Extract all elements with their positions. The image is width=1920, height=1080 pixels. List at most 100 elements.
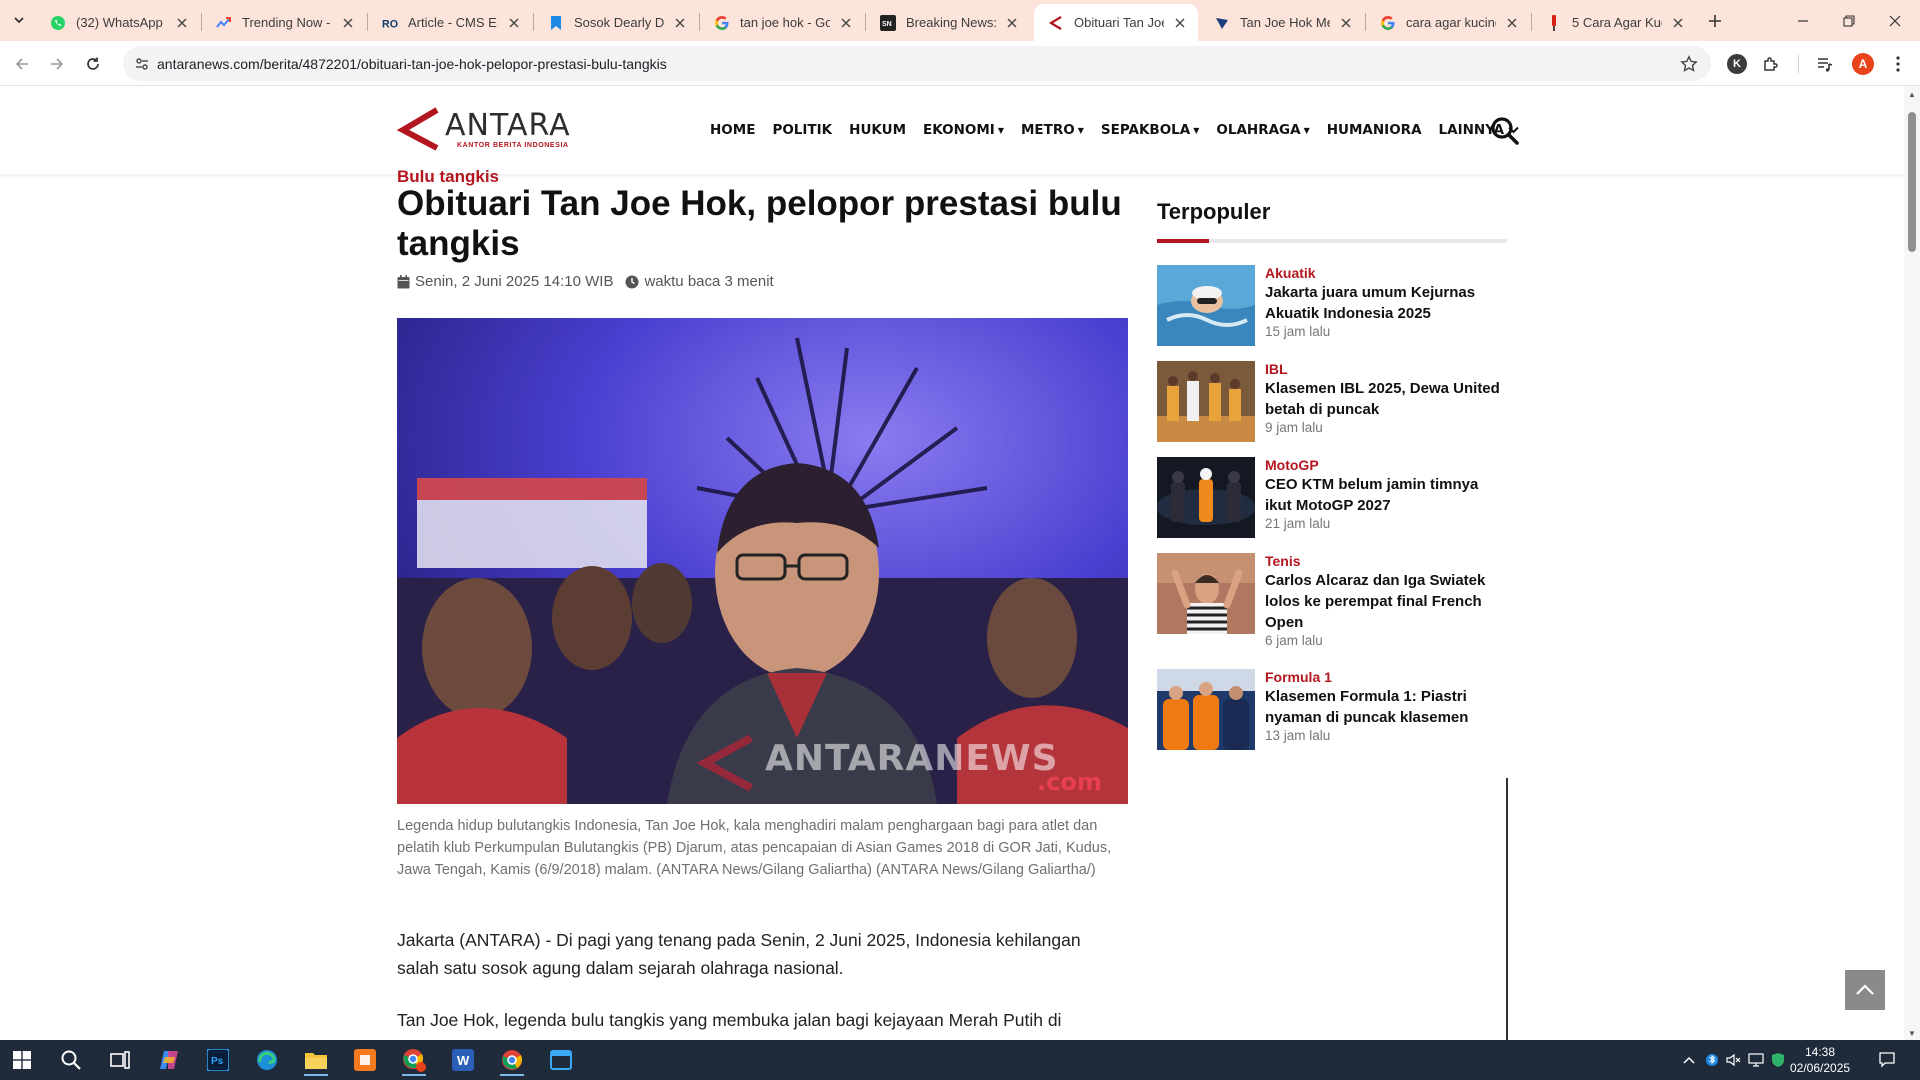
extensions-button[interactable]	[1755, 48, 1787, 80]
minimize-button[interactable]	[1780, 0, 1826, 41]
close-tab-icon[interactable]	[1504, 15, 1520, 31]
popular-category[interactable]: MotoGP	[1265, 457, 1319, 473]
browser-tab[interactable]: tan joe hok - Goo	[700, 4, 864, 41]
task-view-button[interactable]	[100, 1044, 140, 1076]
popular-item[interactable]: Formula 1 Klasemen Formula 1: Piastri ny…	[1157, 669, 1507, 757]
browser-tab-active[interactable]: Obituari Tan Joe H	[1034, 4, 1198, 41]
nav-metro[interactable]: METRO ▼	[1021, 122, 1084, 138]
popular-title[interactable]: CEO KTM belum jamin timnya ikut MotoGP 2…	[1265, 474, 1500, 516]
popular-category[interactable]: IBL	[1265, 361, 1288, 377]
close-tab-icon[interactable]	[838, 15, 854, 31]
watermark-text: ANTARANEWS	[765, 738, 1059, 779]
popular-thumbnail[interactable]	[1157, 553, 1255, 634]
scrollbar-thumb[interactable]	[1908, 112, 1916, 252]
nav-politik[interactable]: POLITIK	[772, 122, 832, 138]
taskbar-search-button[interactable]	[51, 1044, 91, 1076]
url-text[interactable]: antaranews.com/berita/4872201/obituari-t…	[157, 56, 667, 72]
file-explorer-app[interactable]	[296, 1044, 336, 1076]
antara-logo[interactable]: ANTARA KANTOR BERITA INDONESIA	[397, 106, 577, 152]
orange-app[interactable]	[345, 1044, 385, 1076]
tab-search-button[interactable]	[6, 8, 32, 32]
photoshop-app[interactable]: Ps	[198, 1044, 238, 1076]
task-view-icon	[110, 1051, 130, 1069]
start-button[interactable]	[2, 1044, 42, 1076]
restore-button[interactable]	[1826, 0, 1872, 41]
popular-item[interactable]: Tenis Carlos Alcaraz dan Iga Swiatek lol…	[1157, 553, 1507, 663]
scroll-to-top-button[interactable]	[1845, 970, 1885, 1010]
scroll-up-icon[interactable]: ▲	[1908, 90, 1916, 99]
media-controls-button[interactable]	[1809, 48, 1841, 80]
tab-title: Trending Now - G	[242, 15, 332, 30]
taskbar-clock[interactable]: 14:38 02/06/2025	[1790, 1044, 1850, 1076]
extension-k-icon[interactable]: K	[1727, 54, 1747, 74]
close-tab-icon[interactable]	[1004, 15, 1020, 31]
word-app[interactable]: W	[443, 1044, 483, 1076]
address-bar[interactable]: antaranews.com/berita/4872201/obituari-t…	[123, 46, 1711, 81]
close-tab-icon[interactable]	[1172, 15, 1188, 31]
chrome-app[interactable]	[492, 1044, 532, 1076]
nav-ekonomi[interactable]: EKONOMI ▼	[923, 122, 1004, 138]
popular-title[interactable]: Klasemen IBL 2025, Dewa United betah di …	[1265, 378, 1500, 420]
article-photo[interactable]: ANTARANEWS .com	[397, 318, 1128, 804]
popular-item[interactable]: IBL Klasemen IBL 2025, Dewa United betah…	[1157, 361, 1507, 449]
close-tab-icon[interactable]	[1338, 15, 1354, 31]
browser-tab[interactable]: (32) WhatsApp	[36, 4, 200, 41]
nav-sepakbola[interactable]: SEPAKBOLA ▼	[1101, 122, 1199, 138]
close-tab-icon[interactable]	[340, 15, 356, 31]
bluetooth-tray[interactable]	[1702, 1040, 1722, 1080]
popular-category[interactable]: Tenis	[1265, 553, 1301, 569]
close-tab-icon[interactable]	[174, 15, 190, 31]
forward-button[interactable]	[41, 48, 73, 80]
reload-button[interactable]	[77, 48, 109, 80]
scroll-down-icon[interactable]: ▼	[1908, 1029, 1916, 1038]
browser-tab[interactable]: RO Article - CMS EDI	[368, 4, 532, 41]
popular-thumbnail[interactable]	[1157, 265, 1255, 346]
edge-app[interactable]	[247, 1044, 287, 1076]
security-tray[interactable]	[1768, 1040, 1788, 1080]
close-tab-icon[interactable]	[672, 15, 688, 31]
browser-tab[interactable]: Trending Now - G	[202, 4, 366, 41]
close-tab-icon[interactable]	[506, 15, 522, 31]
close-tab-icon[interactable]	[1670, 15, 1686, 31]
browser-tab[interactable]: cara agar kucing	[1366, 4, 1530, 41]
nav-olahraga[interactable]: OLAHRAGA ▼	[1216, 122, 1309, 138]
site-search-button[interactable]	[1490, 116, 1520, 146]
site-info-icon[interactable]	[131, 53, 153, 75]
browser-tab[interactable]: Sosok Dearly Djo	[534, 4, 698, 41]
popular-thumbnail[interactable]	[1157, 361, 1255, 442]
read-time-text: waktu baca 3 menit	[644, 273, 774, 290]
bookmark-star-icon[interactable]	[1679, 54, 1699, 74]
close-window-button[interactable]	[1872, 0, 1918, 41]
popular-category[interactable]: Formula 1	[1265, 669, 1332, 685]
browser-menu-button[interactable]	[1882, 48, 1914, 80]
nav-home[interactable]: HOME	[710, 122, 755, 138]
tray-overflow-button[interactable]	[1678, 1040, 1700, 1080]
nav-hukum[interactable]: HUKUM	[849, 122, 906, 138]
volume-tray[interactable]	[1724, 1040, 1744, 1080]
notifications-button[interactable]	[1872, 1040, 1902, 1080]
popular-title[interactable]: Carlos Alcaraz dan Iga Swiatek lolos ke …	[1265, 570, 1500, 633]
cms-icon: RO	[382, 15, 398, 31]
browser-tab[interactable]: SN Breaking News: Ta	[866, 4, 1030, 41]
popular-title[interactable]: Jakarta juara umum Kejurnas Akuatik Indo…	[1265, 282, 1500, 324]
popular-thumbnail[interactable]	[1157, 669, 1255, 750]
page-scrollbar[interactable]: ▲ ▼	[1904, 86, 1920, 1040]
copilot-app[interactable]	[149, 1044, 189, 1076]
browser-tab[interactable]: 5 Cara Agar Kucin	[1532, 4, 1696, 41]
profile-avatar[interactable]: A	[1852, 53, 1874, 75]
popular-item[interactable]: Akuatik Jakarta juara umum Kejurnas Akua…	[1157, 265, 1507, 353]
tab-title: cara agar kucing	[1406, 15, 1496, 30]
chrome-profile-app[interactable]	[394, 1044, 434, 1076]
new-tab-button[interactable]	[1702, 8, 1728, 34]
clock-time: 14:38	[1804, 1045, 1836, 1059]
popular-thumbnail[interactable]	[1157, 457, 1255, 538]
back-button[interactable]	[6, 48, 38, 80]
popular-category[interactable]: Akuatik	[1265, 265, 1316, 281]
search-icon	[61, 1050, 81, 1070]
popular-item[interactable]: MotoGP CEO KTM belum jamin timnya ikut M…	[1157, 457, 1507, 545]
blue-window-app[interactable]	[541, 1044, 581, 1076]
popular-title[interactable]: Klasemen Formula 1: Piastri nyaman di pu…	[1265, 686, 1500, 728]
nav-humaniora[interactable]: HUMANIORA	[1327, 122, 1422, 138]
browser-tab[interactable]: Tan Joe Hok Meni	[1200, 4, 1364, 41]
network-tray[interactable]	[1746, 1040, 1766, 1080]
